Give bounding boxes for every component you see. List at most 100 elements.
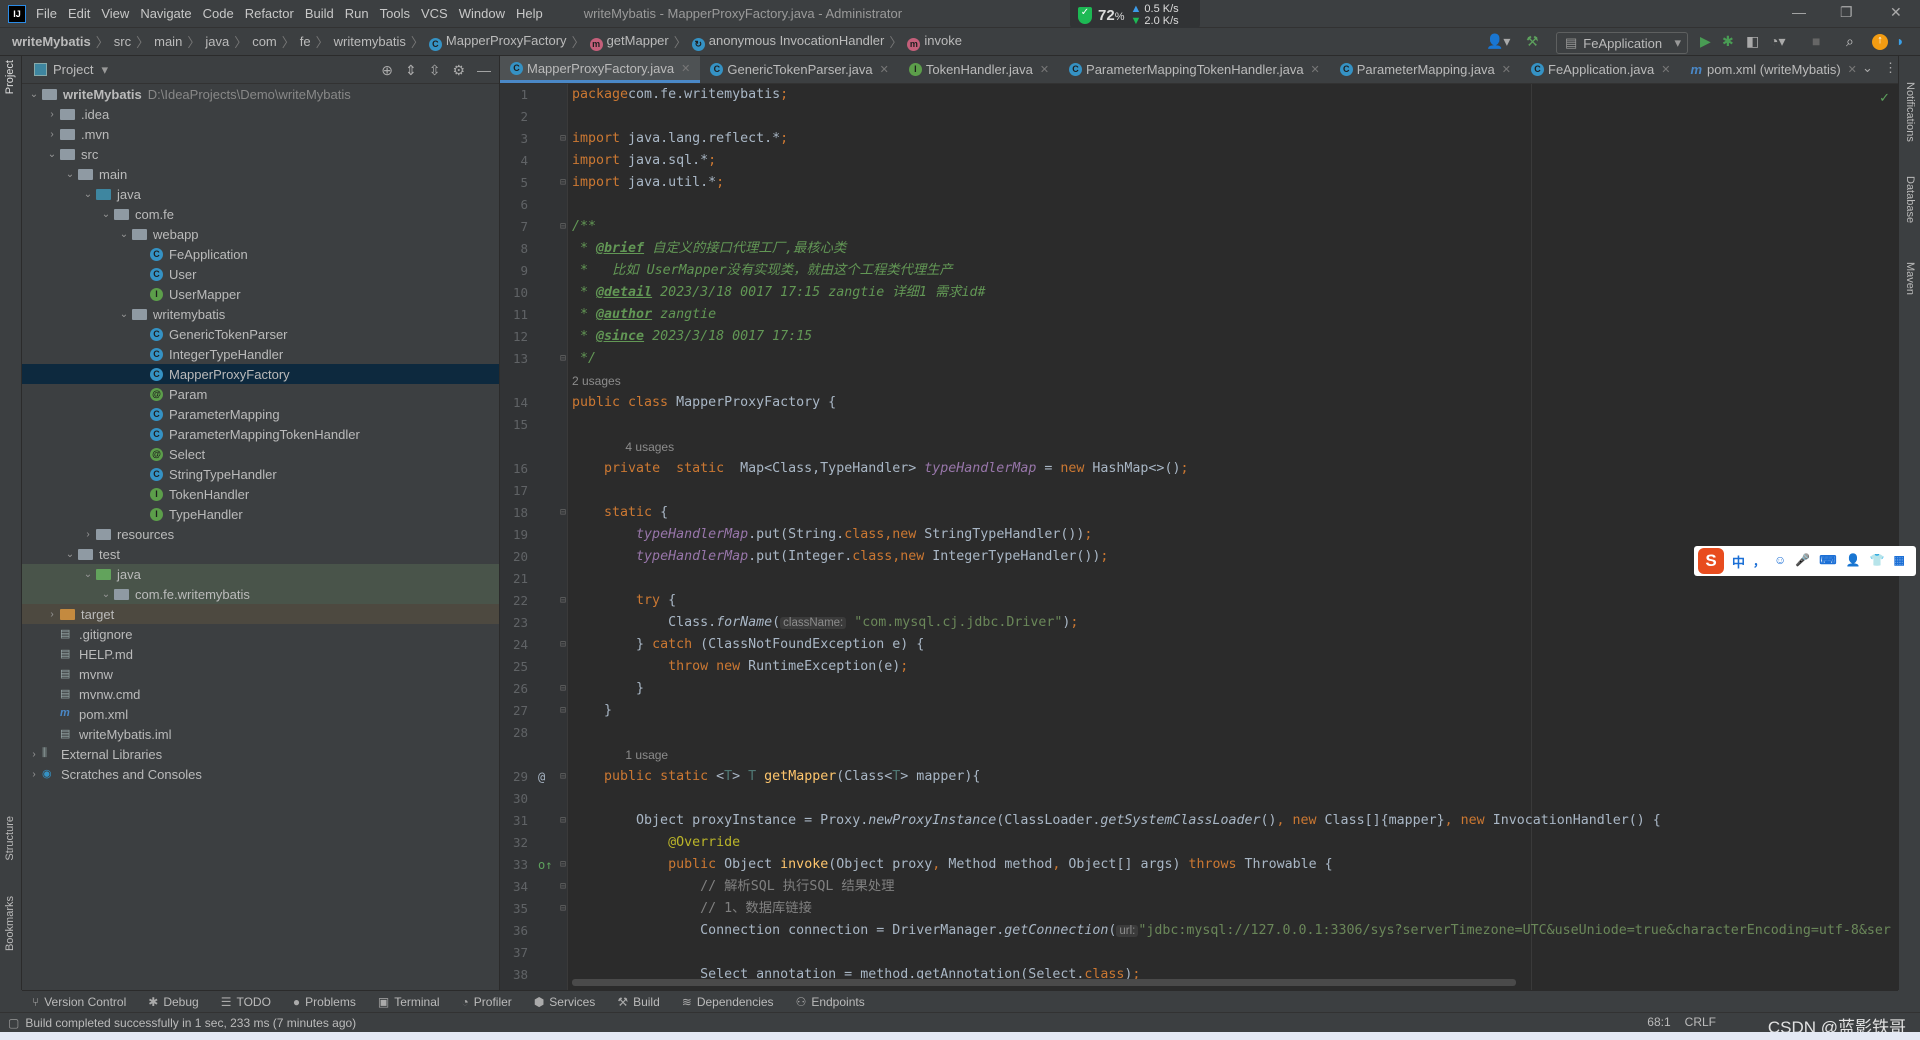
tree-item[interactable]: ▤ mvnw <box>22 664 499 684</box>
tree-item[interactable]: I UserMapper <box>22 284 499 304</box>
tree-item[interactable]: @ Param <box>22 384 499 404</box>
update-icon[interactable]: ↑ <box>1872 34 1888 50</box>
project-tool-button[interactable]: Project <box>4 60 16 94</box>
toolwindow-version-control[interactable]: ⑂ Version Control <box>32 995 126 1009</box>
chevron-right-icon[interactable]: › <box>44 109 60 120</box>
close-tab-icon[interactable]: ✕ <box>880 63 889 76</box>
chevron-down-icon[interactable]: ⌄ <box>98 209 114 220</box>
tree-item[interactable]: ⌄ java <box>22 564 499 584</box>
chevron-down-icon[interactable]: ⌄ <box>98 589 114 600</box>
tree-item[interactable]: › ⫼ External Libraries <box>22 744 499 764</box>
breadcrumb-item[interactable]: fe <box>300 34 311 49</box>
line-separator[interactable]: CRLF <box>1685 1015 1716 1029</box>
build-hammer-icon[interactable]: ⚒ <box>1526 33 1539 50</box>
menu-navigate[interactable]: Navigate <box>140 6 191 21</box>
ime-tool-icon[interactable]: ▦ <box>1893 553 1904 570</box>
chevron-down-icon[interactable]: ⌄ <box>62 549 78 560</box>
chevron-right-icon[interactable]: › <box>44 129 60 140</box>
close-tab-icon[interactable]: ✕ <box>1661 63 1670 76</box>
tree-item[interactable]: › resources <box>22 524 499 544</box>
tree-item[interactable]: › .idea <box>22 104 499 124</box>
tree-item[interactable]: m pom.xml <box>22 704 499 724</box>
debug-icon[interactable]: ✱ <box>1722 33 1734 50</box>
tree-item[interactable]: ▤ writeMybatis.iml <box>22 724 499 744</box>
tree-item[interactable]: C StringTypeHandler <box>22 464 499 484</box>
close-tab-icon[interactable]: ✕ <box>1040 63 1049 76</box>
chevron-down-icon[interactable]: ⌄ <box>116 309 132 320</box>
menu-code[interactable]: Code <box>203 6 234 21</box>
tree-item[interactable]: @ Select <box>22 444 499 464</box>
expand-all-icon[interactable]: ⇕ <box>405 62 417 79</box>
chevron-right-icon[interactable]: › <box>26 749 42 760</box>
tree-item[interactable]: C User <box>22 264 499 284</box>
toolwindow-endpoints[interactable]: ⚇ Endpoints <box>796 995 865 1009</box>
fold-marker-icon[interactable]: ⊟ <box>560 502 566 524</box>
tree-item[interactable]: I TypeHandler <box>22 504 499 524</box>
status-panel-icon[interactable]: ▢ <box>8 1016 19 1030</box>
toolwindow-terminal[interactable]: ▣ Terminal <box>378 995 440 1009</box>
maven-tool-button[interactable]: Maven <box>1904 262 1916 295</box>
close-tab-icon[interactable]: ✕ <box>681 62 690 75</box>
coverage-icon[interactable]: ◧ <box>1746 33 1759 50</box>
menu-edit[interactable]: Edit <box>68 6 90 21</box>
tree-item[interactable]: C GenericTokenParser <box>22 324 499 344</box>
chevron-down-icon[interactable]: ⌄ <box>116 229 132 240</box>
toolwindow-services[interactable]: ⬢ Services <box>534 995 596 1009</box>
close-tab-icon[interactable]: ✕ <box>1848 63 1857 76</box>
bookmarks-tool-button[interactable]: Bookmarks <box>4 896 16 951</box>
breadcrumb-item[interactable]: main <box>154 34 182 49</box>
more-icon[interactable]: ⋮ <box>1884 60 1897 76</box>
database-tool-button[interactable]: Database <box>1904 176 1916 223</box>
tree-item[interactable]: ⌄ com.fe.writemybatis <box>22 584 499 604</box>
breadcrumb-item[interactable]: m invoke <box>907 33 962 51</box>
toolwindow-profiler[interactable]: ◔ Profiler <box>462 995 512 1009</box>
fold-marker-icon[interactable]: ⊟ <box>560 348 566 370</box>
fold-marker-icon[interactable]: ⊟ <box>560 854 566 876</box>
structure-tool-button[interactable]: Structure <box>4 816 16 861</box>
tree-item[interactable]: I TokenHandler <box>22 484 499 504</box>
menu-refactor[interactable]: Refactor <box>245 6 294 21</box>
tree-item[interactable]: ⌄ com.fe <box>22 204 499 224</box>
breadcrumb-item[interactable]: src <box>114 34 131 49</box>
tree-item[interactable]: ⌄ src <box>22 144 499 164</box>
fold-marker-icon[interactable]: ⊟ <box>560 590 566 612</box>
breadcrumb-item[interactable]: writeMybatis <box>12 34 91 49</box>
tab-list-chevron-icon[interactable]: ⌄ <box>1862 60 1873 76</box>
tree-item[interactable]: ▤ mvnw.cmd <box>22 684 499 704</box>
tree-item[interactable]: ▤ .gitignore <box>22 624 499 644</box>
tree-item[interactable]: ⌄ webapp <box>22 224 499 244</box>
fold-marker-icon[interactable]: ⊟ <box>560 172 566 194</box>
ime-tool-icon[interactable]: 👕 <box>1870 553 1885 570</box>
ime-tool-icon[interactable]: ☺ <box>1774 553 1786 570</box>
usages-link[interactable]: 4 usages <box>572 436 674 458</box>
tab-tokenhandler[interactable]: I TokenHandler.java ✕ <box>899 56 1059 83</box>
no-problems-check-icon[interactable]: ✓ <box>1879 90 1890 106</box>
fold-marker-icon[interactable]: ⊟ <box>560 634 566 656</box>
minimize-button[interactable]: — <box>1792 4 1806 20</box>
horizontal-scrollbar[interactable] <box>572 979 1516 986</box>
chevron-down-icon[interactable]: ⌄ <box>26 89 42 100</box>
menu-build[interactable]: Build <box>305 6 334 21</box>
fold-marker-icon[interactable]: ⊟ <box>560 898 566 920</box>
menu-window[interactable]: Window <box>459 6 505 21</box>
ime-tool-icon[interactable]: ， <box>1753 553 1765 570</box>
tree-item[interactable]: ⌄ java <box>22 184 499 204</box>
chevron-down-icon[interactable]: ▾ <box>101 62 108 78</box>
tree-item[interactable]: › target <box>22 604 499 624</box>
close-tab-icon[interactable]: ✕ <box>1311 63 1320 76</box>
hide-icon[interactable]: — <box>477 62 491 79</box>
tab-mapperproxyfactory[interactable]: C MapperProxyFactory.java ✕ <box>500 56 701 83</box>
close-tab-icon[interactable]: ✕ <box>1502 63 1511 76</box>
gear-icon[interactable]: ⚙ <box>452 62 465 79</box>
tree-item[interactable]: C MapperProxyFactory <box>22 364 499 384</box>
tab-parametermappingtokenhandler[interactable]: C ParameterMappingTokenHandler.java ✕ <box>1059 56 1330 83</box>
toolwindow-dependencies[interactable]: ≋ Dependencies <box>682 995 774 1009</box>
chevron-down-icon[interactable]: ⌄ <box>80 189 96 200</box>
breadcrumb-item[interactable]: ↻ anonymous InvocationHandler <box>691 33 884 51</box>
menu-vcs[interactable]: VCS <box>421 6 448 21</box>
tree-item[interactable]: C ParameterMapping <box>22 404 499 424</box>
override-icon[interactable]: o↑ <box>538 854 552 876</box>
tab-feapplication[interactable]: C FeApplication.java ✕ <box>1521 56 1680 83</box>
tab-parametermapping[interactable]: C ParameterMapping.java ✕ <box>1330 56 1521 83</box>
breadcrumb-item[interactable]: writemybatis <box>334 34 406 49</box>
